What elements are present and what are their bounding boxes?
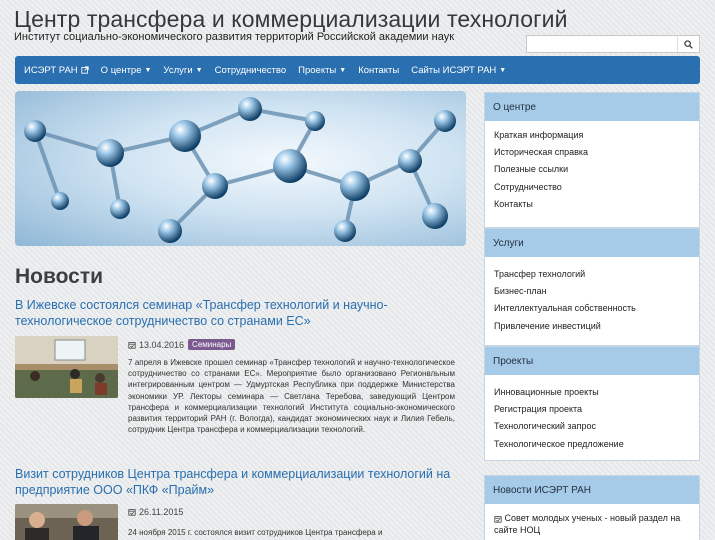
article-thumbnail[interactable]	[15, 504, 118, 540]
sidebar-link-cooperation[interactable]: Сотрудничество	[494, 179, 690, 196]
seminar-photo	[15, 336, 118, 398]
article-meta: 13.04.2016 Семинары	[128, 339, 236, 350]
article-meta: 26.11.2015	[128, 507, 183, 517]
calendar-icon	[128, 341, 136, 349]
site-subtitle: Институт социально-экономического развит…	[14, 31, 455, 43]
caret-down-icon: ▼	[144, 66, 152, 74]
external-link-icon	[81, 66, 89, 74]
sidebar-link-innovation-projects[interactable]: Инновационные проекты	[494, 384, 690, 401]
hero-molecule-image	[15, 91, 466, 246]
main-navbar: ИСЭРТ РАН О центре ▼ Услуги ▼ Сотрудничест…	[15, 56, 700, 84]
panel-title: Проекты	[485, 347, 699, 375]
search-button[interactable]	[677, 36, 699, 52]
search-icon	[684, 39, 693, 49]
sidebar-link-project-registration[interactable]: Регистрация проекта	[494, 401, 690, 418]
caret-down-icon: ▼	[339, 66, 347, 74]
article-title-link[interactable]: Визит сотрудников Центра трансфера и ком…	[15, 466, 470, 498]
sidebar-panel-iseret-news: Новости ИСЭРТ РАН Совет молодых ученых -…	[484, 475, 700, 540]
sidebar-panel-projects: Проекты Инновационные проекты Регистраци…	[484, 346, 700, 461]
sidebar-link-tech-offer[interactable]: Технологическое предложение	[494, 436, 690, 453]
sidebar-link-investment[interactable]: Привлечение инвестиций	[494, 318, 690, 335]
sidebar-panel-about: О центре Краткая информация Историческая…	[484, 92, 700, 228]
nav-item-sites[interactable]: Сайты ИСЭРТ РАН ▼	[411, 65, 506, 76]
sidebar-link-history[interactable]: Историческая справка	[494, 144, 690, 161]
nav-item-iseret[interactable]: ИСЭРТ РАН	[24, 65, 89, 76]
caret-down-icon: ▼	[499, 66, 507, 74]
nav-item-label: Сотрудничество	[214, 64, 287, 76]
sidebar-link-tech-transfer[interactable]: Трансфер технологий	[494, 266, 690, 283]
panel-title: Услуги	[485, 229, 699, 257]
search-input[interactable]	[527, 36, 677, 52]
article-excerpt: 7 апреля в Ижевске прошел семинар «Транс…	[128, 358, 455, 435]
nav-item-label: ИСЭРТ РАН	[24, 64, 78, 76]
molecule-illustration	[24, 97, 456, 243]
caret-down-icon: ▼	[195, 66, 203, 74]
sidebar-panel-services: Услуги Трансфер технологий Бизнес-план И…	[484, 228, 700, 346]
nav-item-projects[interactable]: Проекты ▼	[298, 65, 346, 76]
nav-item-label: О центре	[100, 64, 142, 76]
nav-item-services[interactable]: Услуги ▼	[163, 65, 202, 76]
calendar-icon	[494, 515, 502, 523]
nav-item-contacts[interactable]: Контакты	[358, 65, 399, 76]
sidebar-link-tech-request[interactable]: Технологический запрос	[494, 418, 690, 435]
news-item[interactable]: Совет молодых ученых - новый раздел на с…	[494, 512, 684, 536]
news-heading: Новости	[15, 265, 104, 288]
sidebar-link-useful-links[interactable]: Полезные ссылки	[494, 161, 690, 178]
nav-item-about[interactable]: О центре ▼	[101, 65, 152, 76]
visit-photo	[15, 504, 118, 540]
article-date: 26.11.2015	[139, 507, 184, 517]
site-title[interactable]: Центр трансфера и коммерциализации техно…	[14, 6, 568, 33]
panel-title: О центре	[485, 93, 699, 121]
article-thumbnail[interactable]	[15, 336, 118, 398]
nav-item-cooperation[interactable]: Сотрудничество	[215, 65, 287, 76]
calendar-icon	[128, 509, 136, 516]
article-date: 13.04.2016	[139, 339, 185, 350]
sidebar-link-brief-info[interactable]: Краткая информация	[494, 127, 690, 144]
tag-badge[interactable]: Семинары	[188, 339, 236, 350]
news-item-link[interactable]: Совет молодых ученых - новый раздел на с…	[494, 513, 680, 535]
sidebar-link-ip[interactable]: Интеллектуальная собственность	[494, 300, 690, 317]
panel-title: Новости ИСЭРТ РАН	[485, 476, 699, 504]
nav-item-label: Контакты	[358, 64, 400, 76]
nav-item-label: Услуги	[163, 64, 193, 76]
sidebar-link-contacts[interactable]: Контакты	[494, 196, 690, 213]
nav-item-label: Сайты ИСЭРТ РАН	[411, 64, 497, 76]
sidebar-link-business-plan[interactable]: Бизнес-план	[494, 283, 690, 300]
article-title-link[interactable]: В Ижевске состоялся семинар «Трансфер те…	[15, 297, 470, 329]
article-excerpt: 24 ноября 2015 г. состоялся визит сотруд…	[128, 528, 383, 537]
search-form	[526, 35, 700, 53]
nav-item-label: Проекты	[298, 64, 337, 76]
